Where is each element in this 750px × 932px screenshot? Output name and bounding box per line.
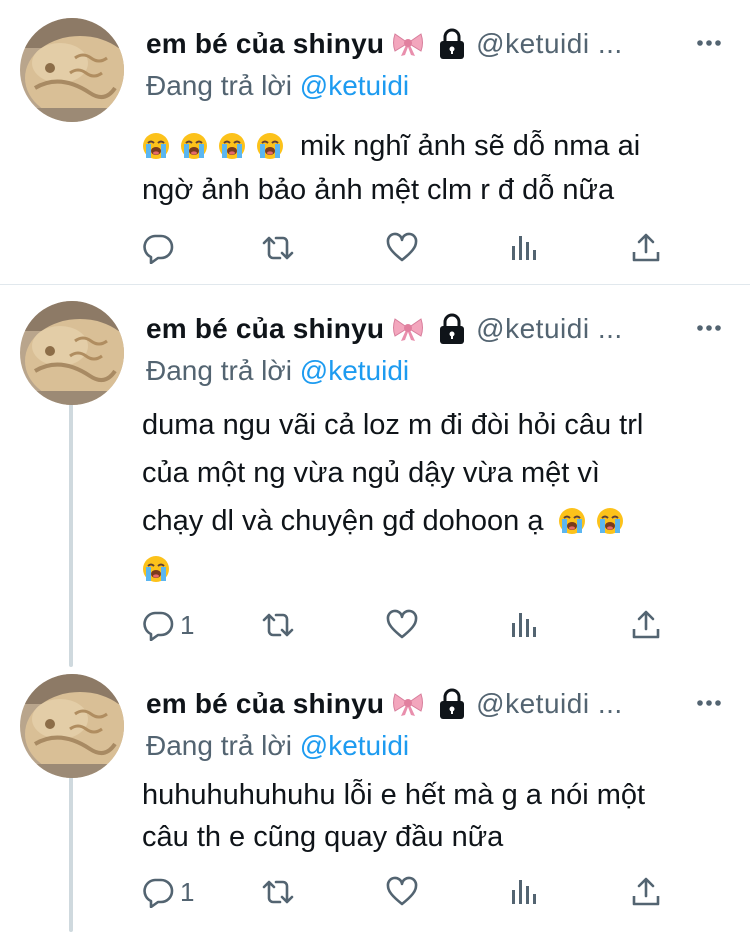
tweet-1[interactable]: em bé của shinyu @ketuidi ... Đang trả l…: [0, 0, 750, 285]
crying-emoji: [558, 507, 586, 535]
tweet-actions: 1: [142, 607, 682, 643]
display-name[interactable]: em bé của shinyu: [146, 28, 384, 60]
reply-button[interactable]: [142, 230, 180, 266]
user-handle[interactable]: @ketuidi ...: [476, 688, 622, 720]
analytics-button[interactable]: [508, 874, 540, 910]
retweet-icon: [262, 609, 294, 641]
avatar-image: [20, 18, 124, 122]
like-icon: [386, 609, 418, 641]
like-icon: [386, 876, 418, 908]
analytics-icon: [508, 876, 540, 908]
display-name[interactable]: em bé của shinyu: [146, 688, 384, 720]
retweet-icon: [262, 232, 294, 264]
retweet-button[interactable]: [262, 607, 294, 643]
analytics-button[interactable]: [508, 607, 540, 643]
crying-emoji: [596, 507, 624, 535]
display-name[interactable]: em bé của shinyu: [146, 313, 384, 345]
reply-icon: [142, 609, 174, 641]
like-button[interactable]: [386, 230, 418, 266]
crying-emoji: [218, 132, 246, 160]
tweet-3[interactable]: em bé của shinyu @ketuidi ... Đang trả l…: [0, 660, 750, 932]
reply-icon: [142, 232, 174, 264]
retweet-icon: [262, 876, 294, 908]
share-icon: [630, 876, 662, 908]
analytics-icon: [508, 232, 540, 264]
crying-emoji: [142, 555, 170, 583]
thread-line: [69, 397, 73, 667]
lock-icon: [438, 688, 466, 720]
reply-count: 1: [180, 876, 195, 907]
user-handle[interactable]: @ketuidi ...: [476, 28, 622, 60]
share-button[interactable]: [630, 874, 662, 910]
replying-to: Đang trả lời @ketuidi: [146, 730, 409, 762]
text-line: [142, 545, 722, 593]
share-icon: [630, 232, 662, 264]
bow-emoji: [392, 691, 424, 717]
crying-emoji: [256, 132, 284, 160]
share-button[interactable]: [630, 607, 662, 643]
tweet-2[interactable]: em bé của shinyu @ketuidi ... Đang trả l…: [0, 285, 750, 667]
like-button[interactable]: [386, 874, 418, 910]
thread-line: [69, 772, 73, 932]
replying-to: Đang trả lời @ketuidi: [146, 355, 409, 387]
avatar[interactable]: [20, 674, 124, 778]
bow-emoji: [392, 31, 424, 57]
lock-icon: [438, 313, 466, 345]
share-icon: [630, 609, 662, 641]
avatar[interactable]: [20, 18, 124, 122]
text-line: duma ngu vãi cả loz m đi đòi hỏi câu trl: [142, 409, 644, 441]
reply-button[interactable]: 1: [142, 874, 194, 910]
user-handle[interactable]: @ketuidi ...: [476, 313, 622, 345]
reply-prefix: Đang trả lời: [146, 355, 292, 386]
text-line: ngờ ảnh bảo ảnh mệt clm r đ dỗ nữa: [142, 174, 615, 206]
tweet-text: huhuhuhuhuhu lỗi e hết mà g a nói một câ…: [142, 774, 722, 858]
retweet-button[interactable]: [262, 230, 294, 266]
reply-prefix: Đang trả lời: [146, 70, 292, 101]
text-line: mik nghĩ ảnh sẽ dỗ nma ai: [142, 124, 722, 168]
like-icon: [386, 232, 418, 264]
like-button[interactable]: [386, 607, 418, 643]
bow-emoji: [392, 316, 424, 342]
reply-icon: [142, 876, 174, 908]
reply-count: 1: [180, 609, 195, 640]
avatar-image: [20, 674, 124, 778]
tweet-actions: [142, 230, 682, 266]
reply-prefix: Đang trả lời: [146, 730, 292, 761]
retweet-button[interactable]: [262, 874, 294, 910]
text-line: huhuhuhuhuhu lỗi e hết mà g a nói một: [142, 779, 646, 811]
more-icon[interactable]: [696, 30, 722, 56]
text-line: của một ng vừa ngủ dậy vừa mệt vì: [142, 457, 600, 489]
reply-mention-link[interactable]: @ketuidi: [300, 355, 409, 386]
more-icon[interactable]: [696, 690, 722, 716]
reply-button[interactable]: 1: [142, 607, 194, 643]
avatar[interactable]: [20, 301, 124, 405]
text-line: chạy dl và chuyện gđ dohoon ạ: [142, 497, 722, 545]
tweet-actions: 1: [142, 874, 682, 910]
analytics-button[interactable]: [508, 230, 540, 266]
text-line: câu th e cũng quay đầu nữa: [142, 821, 504, 853]
reply-mention-link[interactable]: @ketuidi: [300, 730, 409, 761]
crying-emoji: [142, 132, 170, 160]
reply-mention-link[interactable]: @ketuidi: [300, 70, 409, 101]
lock-icon: [438, 28, 466, 60]
replying-to: Đang trả lời @ketuidi: [146, 70, 409, 102]
share-button[interactable]: [630, 230, 662, 266]
analytics-icon: [508, 609, 540, 641]
more-icon[interactable]: [696, 315, 722, 341]
tweet-text: duma ngu vãi cả loz m đi đòi hỏi câu trl…: [142, 401, 722, 593]
crying-emoji: [180, 132, 208, 160]
avatar-image: [20, 301, 124, 405]
tweet-text: mik nghĩ ảnh sẽ dỗ nma ai ngờ ảnh bảo ản…: [142, 124, 722, 212]
